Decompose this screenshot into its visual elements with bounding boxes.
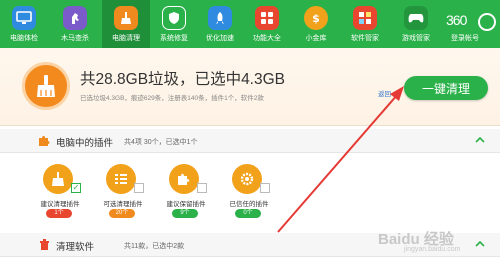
annotation-arrow [277, 86, 404, 233]
watermark-url: jingyan.baidu.com [404, 246, 461, 253]
